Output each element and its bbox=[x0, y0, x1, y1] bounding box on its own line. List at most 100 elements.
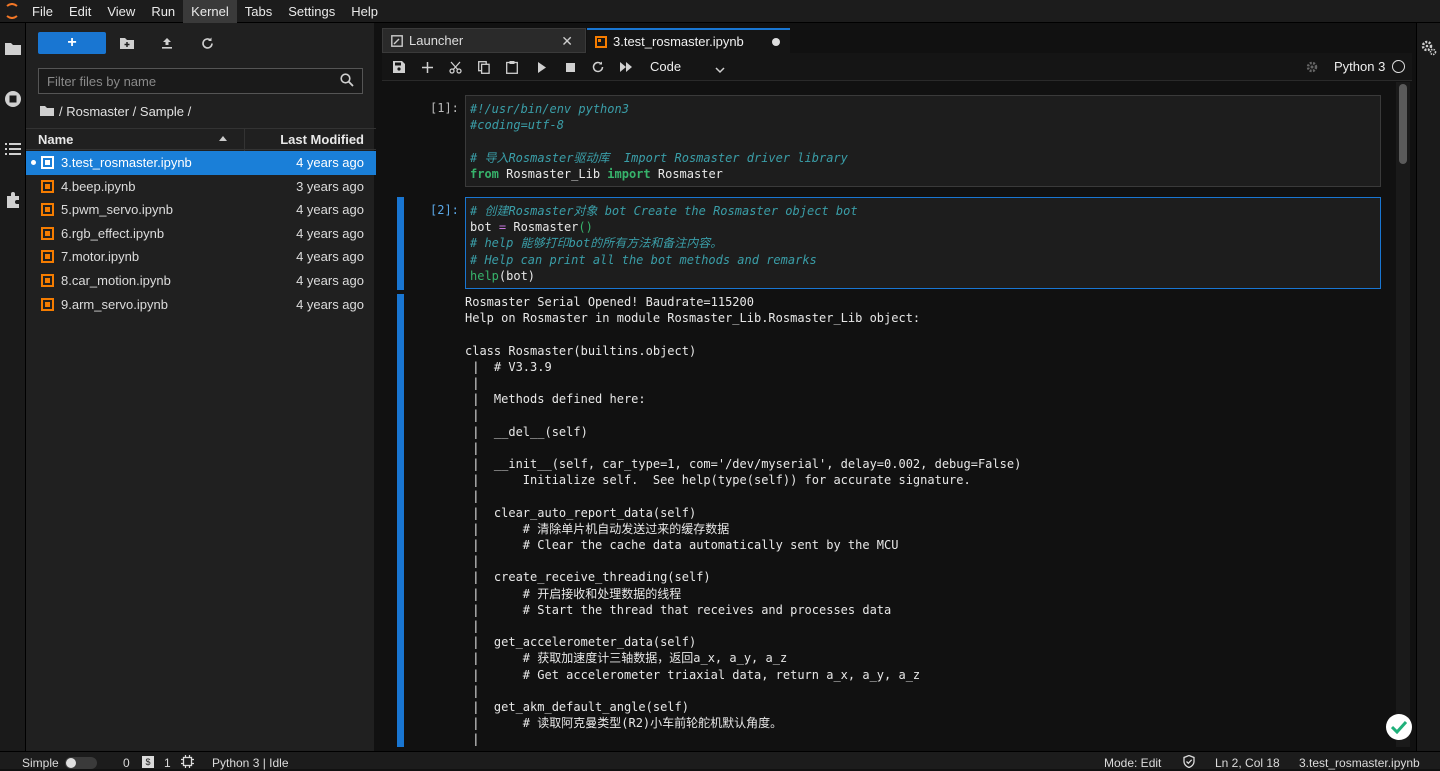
file-modified: 4 years ago bbox=[296, 272, 364, 288]
file-name: 6.rgb_effect.ipynb bbox=[61, 225, 165, 241]
menu-bar: File Edit View Run Kernel Tabs Settings … bbox=[0, 0, 1440, 23]
menu-kernel[interactable]: Kernel bbox=[183, 0, 237, 23]
file-row-4-beep[interactable]: 4.beep.ipynb 3 years ago bbox=[26, 175, 376, 199]
table-of-contents-icon[interactable] bbox=[2, 138, 24, 160]
tab-launcher[interactable]: Launcher ✕ bbox=[382, 28, 586, 53]
menu-view[interactable]: View bbox=[99, 0, 143, 23]
column-divider[interactable] bbox=[244, 129, 245, 151]
notebook-icon bbox=[41, 297, 54, 311]
file-modified: 3 years ago bbox=[296, 178, 364, 194]
jupyter-logo-icon bbox=[0, 0, 24, 23]
paste-icon[interactable] bbox=[503, 58, 521, 76]
kernel-count[interactable]: 1 bbox=[164, 756, 171, 770]
cell-editor[interactable]: #!/usr/bin/env python3 #coding=utf-8 # 导… bbox=[465, 95, 1381, 187]
refresh-icon[interactable] bbox=[197, 33, 217, 53]
menu-file[interactable]: File bbox=[24, 0, 61, 23]
keyword-import: import bbox=[607, 166, 651, 181]
breadcrumb-folder-icon[interactable] bbox=[40, 104, 54, 119]
upload-icon[interactable] bbox=[157, 33, 177, 53]
code-line: # 创建Rosmaster对象 bot Create the Rosmaster… bbox=[470, 204, 858, 218]
file-name: 9.arm_servo.ipynb bbox=[61, 296, 168, 312]
assistant-logo-icon[interactable] bbox=[1386, 714, 1412, 740]
output-collapser[interactable] bbox=[397, 294, 404, 747]
code-token: Rosmaster bbox=[650, 166, 723, 181]
save-icon[interactable] bbox=[390, 58, 408, 76]
running-kernels-icon[interactable] bbox=[2, 88, 24, 110]
file-row-7-motor[interactable]: 7.motor.ipynb 4 years ago bbox=[26, 245, 376, 269]
new-launcher-button[interactable]: + bbox=[38, 32, 106, 54]
run-cell-icon[interactable] bbox=[533, 58, 551, 76]
launcher-icon bbox=[391, 34, 403, 47]
menu-edit[interactable]: Edit bbox=[61, 0, 99, 23]
tab-label: Launcher bbox=[409, 33, 464, 48]
file-modified: 4 years ago bbox=[296, 225, 364, 241]
code-line: # help 能够打印bot的所有方法和备注内容。 bbox=[470, 236, 723, 251]
file-modified: 4 years ago bbox=[296, 202, 364, 218]
file-filter-search[interactable] bbox=[38, 68, 363, 94]
editor-mode[interactable]: Mode: Edit bbox=[1104, 756, 1161, 770]
file-name: 5.pwm_servo.ipynb bbox=[61, 202, 173, 218]
cell-type-select[interactable]: Code bbox=[650, 59, 681, 74]
restart-kernel-icon[interactable] bbox=[589, 58, 607, 76]
notebook-toolbar: Code Python 3 bbox=[382, 53, 1412, 81]
cell-prompt: [1]: bbox=[430, 101, 459, 115]
kernel-settings-icon[interactable] bbox=[1306, 60, 1318, 78]
tab-label: 3.test_rosmaster.ipynb bbox=[613, 34, 744, 49]
tab-notebook[interactable]: 3.test_rosmaster.ipynb bbox=[587, 28, 790, 53]
breadcrumb-path[interactable]: / Rosmaster / Sample / bbox=[59, 104, 191, 119]
kernel-status[interactable]: Python 3 | Idle bbox=[212, 756, 289, 770]
chevron-down-icon[interactable] bbox=[715, 61, 725, 79]
file-name: 7.motor.ipynb bbox=[61, 249, 140, 265]
terminal-icon[interactable]: $ bbox=[142, 756, 154, 768]
breadcrumb: / Rosmaster / Sample / bbox=[40, 103, 191, 119]
new-folder-icon[interactable] bbox=[117, 33, 137, 53]
restart-run-all-icon[interactable] bbox=[618, 58, 636, 76]
left-activity-bar bbox=[0, 23, 26, 751]
notebook-panel: [1]: #!/usr/bin/env python3 #coding=utf-… bbox=[382, 82, 1412, 747]
main-area: Launcher ✕ 3.test_rosmaster.ipynb Code P… bbox=[378, 23, 1414, 751]
file-list: 3.test_rosmaster.ipynb 4 years ago 4.bee… bbox=[26, 151, 376, 316]
file-name: 8.car_motion.ipynb bbox=[61, 272, 171, 288]
insert-cell-icon[interactable] bbox=[418, 58, 436, 76]
file-row-5-pwm-servo[interactable]: 5.pwm_servo.ipynb 4 years ago bbox=[26, 198, 376, 222]
toggle-knob bbox=[66, 758, 76, 768]
code-line: # Help can print all the bot methods and… bbox=[470, 252, 817, 267]
file-filter-input[interactable] bbox=[39, 69, 329, 93]
tab-bar: Launcher ✕ 3.test_rosmaster.ipynb bbox=[382, 28, 1412, 53]
menu-run[interactable]: Run bbox=[143, 0, 183, 23]
kernel-name[interactable]: Python 3 bbox=[1334, 59, 1385, 74]
menu-settings[interactable]: Settings bbox=[280, 0, 343, 23]
menu-tabs[interactable]: Tabs bbox=[237, 0, 280, 23]
file-name: 3.test_rosmaster.ipynb bbox=[61, 155, 192, 170]
file-row-3-test-rosmaster[interactable]: 3.test_rosmaster.ipynb 4 years ago bbox=[26, 151, 376, 175]
simple-mode-toggle[interactable] bbox=[65, 757, 97, 769]
menu-help[interactable]: Help bbox=[343, 0, 386, 23]
file-row-8-car-motion[interactable]: 8.car_motion.ipynb 4 years ago bbox=[26, 269, 376, 293]
scrollbar-thumb[interactable] bbox=[1399, 84, 1407, 164]
interrupt-kernel-icon[interactable] bbox=[561, 58, 579, 76]
cursor-position[interactable]: Ln 2, Col 18 bbox=[1215, 756, 1280, 770]
notebook-scrollbar[interactable] bbox=[1396, 82, 1410, 747]
file-row-9-arm-servo[interactable]: 9.arm_servo.ipynb 4 years ago bbox=[26, 293, 376, 317]
terminal-count[interactable]: 0 bbox=[123, 756, 130, 770]
file-row-6-rgb-effect[interactable]: 6.rgb_effect.ipynb 4 years ago bbox=[26, 222, 376, 246]
unsaved-dot-icon[interactable] bbox=[772, 38, 780, 46]
notebook-icon bbox=[41, 156, 54, 169]
cut-icon[interactable] bbox=[446, 58, 464, 76]
copy-icon[interactable] bbox=[475, 58, 493, 76]
cell-editor[interactable]: # 创建Rosmaster对象 bot Create the Rosmaster… bbox=[465, 197, 1381, 289]
right-activity-bar bbox=[1416, 23, 1440, 751]
close-tab-icon[interactable]: ✕ bbox=[561, 33, 573, 50]
cell-output: Rosmaster Serial Opened! Baudrate=115200… bbox=[465, 295, 1022, 747]
status-bar: Simple 0 $ 1 Python 3 | Idle Mode: Edit … bbox=[0, 751, 1440, 770]
extensions-icon[interactable] bbox=[2, 189, 24, 211]
column-name-header[interactable]: Name bbox=[38, 132, 73, 147]
active-cell-indicator bbox=[397, 197, 404, 290]
property-inspector-icon[interactable] bbox=[1421, 40, 1437, 61]
code-token: Rosmaster bbox=[506, 220, 579, 235]
column-modified-header[interactable]: Last Modified bbox=[280, 132, 364, 147]
sort-ascending-icon[interactable] bbox=[219, 136, 227, 141]
folder-icon[interactable] bbox=[2, 37, 24, 59]
kernel-status-icon bbox=[1392, 60, 1405, 73]
status-filename[interactable]: 3.test_rosmaster.ipynb bbox=[1299, 756, 1420, 770]
